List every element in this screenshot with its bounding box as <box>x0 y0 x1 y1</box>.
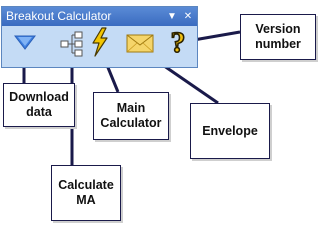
breakout-calculator-toolbar: Breakout Calculator ▼ ✕ ? <box>1 6 198 68</box>
envelope-icon[interactable] <box>126 34 154 53</box>
callout-envelope: Envelope <box>190 103 270 159</box>
screenshot-canvas: Breakout Calculator ▼ ✕ ? Download data … <box>0 0 336 243</box>
down-arrow-icon[interactable] <box>14 35 36 51</box>
toolbar-title: Breakout Calculator <box>6 9 112 23</box>
lightning-icon[interactable] <box>90 27 110 57</box>
calculate-ma-icon[interactable] <box>60 31 84 57</box>
callout-download-data: Download data <box>3 83 75 127</box>
close-icon[interactable]: ✕ <box>181 7 195 26</box>
callout-envelope-text: Envelope <box>202 123 258 138</box>
help-question-icon[interactable]: ? <box>167 27 189 57</box>
callout-version-number: Version number <box>240 14 316 60</box>
callout-calculate-ma: Calculate MA <box>51 165 121 221</box>
toolbar-options-dropdown[interactable]: ▼ <box>165 7 179 26</box>
callout-main-calculator-text: Main Calculator <box>100 101 162 130</box>
callout-download-data-text: Download data <box>9 90 69 119</box>
callout-main-calculator: Main Calculator <box>93 92 169 140</box>
callout-calculate-ma-text: Calculate MA <box>58 178 114 207</box>
svg-text:?: ? <box>171 27 186 57</box>
toolbar-titlebar[interactable]: Breakout Calculator ▼ ✕ <box>2 7 197 26</box>
callout-version-number-text: Version number <box>255 22 301 51</box>
